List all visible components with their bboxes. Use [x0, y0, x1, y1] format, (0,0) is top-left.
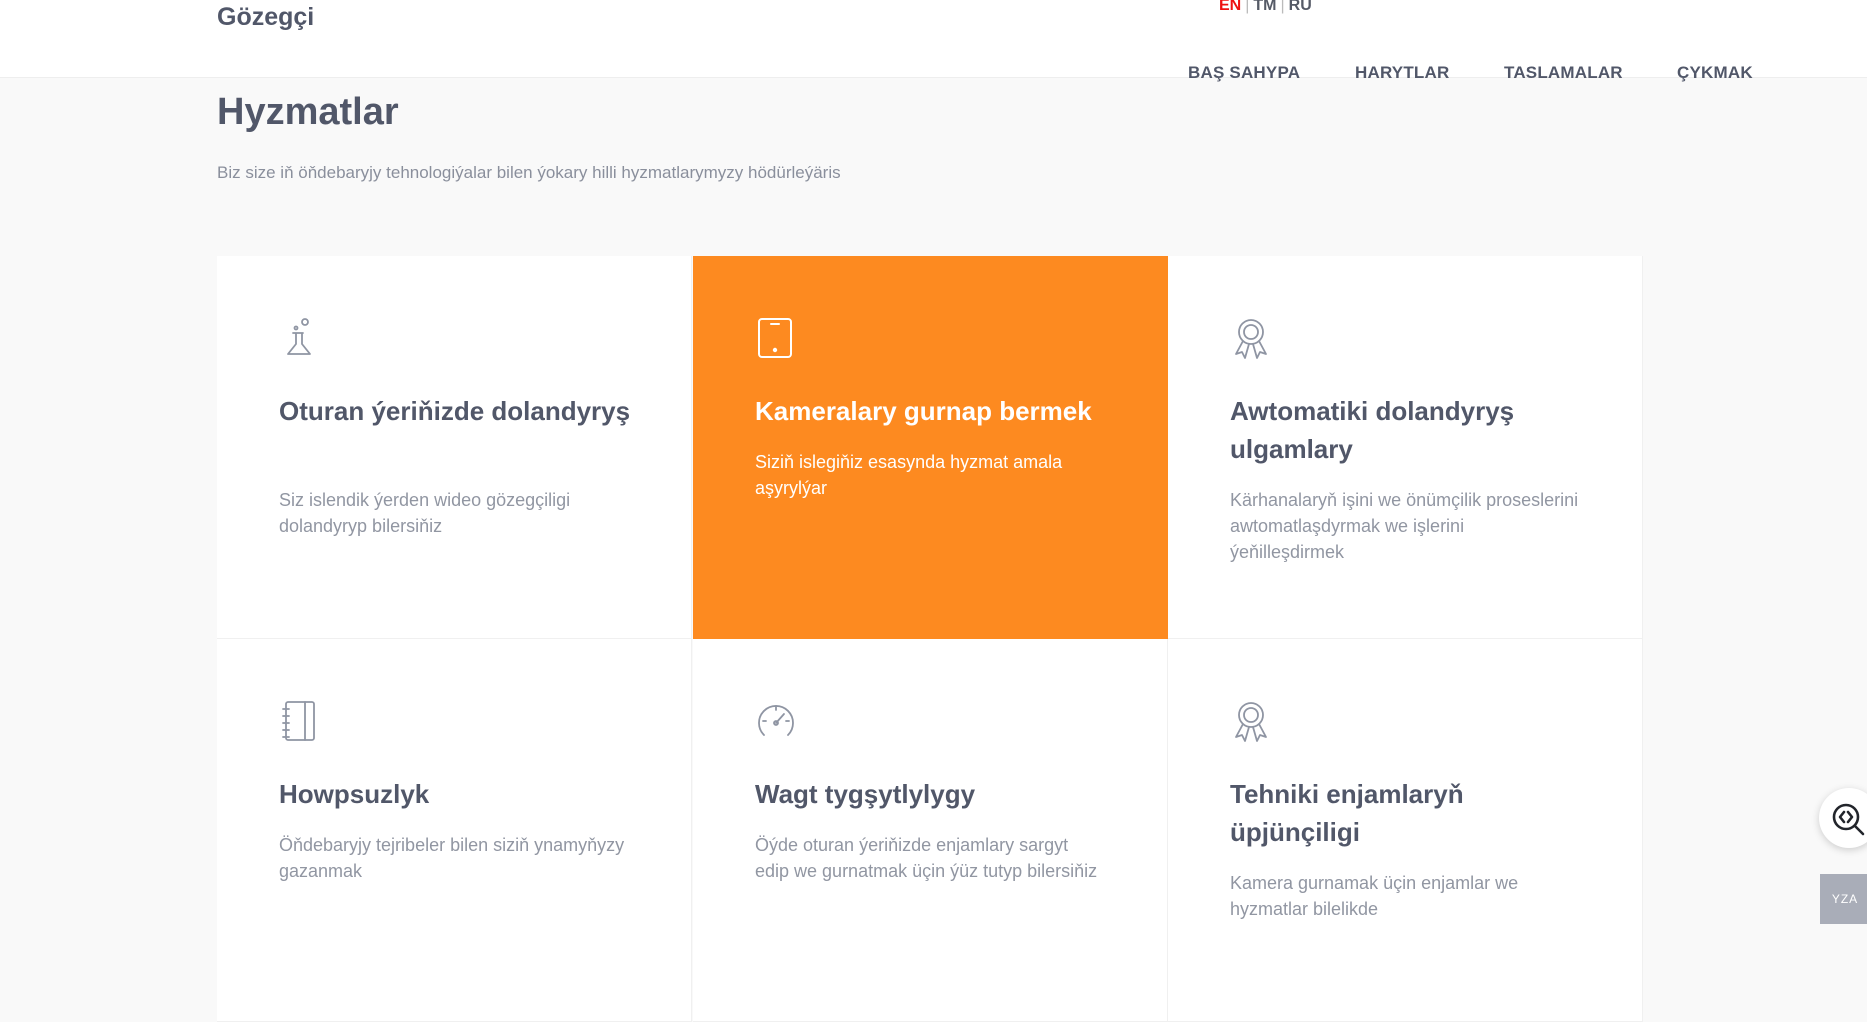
service-title: Awtomatiki dolandyryş ulgamlary: [1230, 396, 1515, 464]
nav-maps[interactable]: HARYTLAR: [1355, 63, 1449, 83]
service-description: Kamera gurnamak üçin enjamlar we hyzmatl…: [1230, 873, 1519, 919]
nav-logout[interactable]: ÇYKMAK: [1677, 63, 1753, 83]
section-title: Hyzmatlar: [217, 91, 399, 133]
flask-icon: [278, 316, 322, 360]
service-description: Öňdebaryjy tejribeler bilen siziň ynamyň…: [279, 835, 625, 881]
nav-home[interactable]: BAŞ SAHYPA: [1188, 63, 1300, 83]
service-description: Kärhanalaryň işini we önümçilik prosesle…: [1230, 490, 1579, 562]
lang-tm[interactable]: TM: [1253, 0, 1276, 14]
award-icon: [1229, 699, 1273, 743]
award-icon: [1229, 316, 1273, 360]
service-card[interactable]: Awtomatiki dolandyryş ulgamlary Kärhanal…: [1168, 256, 1643, 639]
nav-projects[interactable]: TASLAMALAR: [1504, 63, 1623, 83]
speedometer-icon: [754, 699, 798, 743]
language-switcher: EN | TM | RU: [1219, 0, 1312, 15]
service-card[interactable]: Howpsuzlyk Öňdebaryjy tejribeler bilen s…: [217, 639, 692, 1022]
service-card[interactable]: Tehniki enjamlaryň üpjünçiligi Kamera gu…: [1168, 639, 1643, 1022]
code-icon: [1832, 803, 1865, 836]
logo[interactable]: Gözegçi: [217, 3, 314, 32]
service-card[interactable]: Wagt tygşytlylygy Öýde oturan ýeriňizde …: [693, 639, 1168, 1022]
service-title: Howpsuzlyk: [279, 779, 430, 809]
service-description: Öýde oturan ýeriňizde enjamlary sargyt e…: [755, 835, 1098, 881]
back-badge[interactable]: YZA: [1820, 874, 1867, 924]
service-title: Tehniki enjamlaryň üpjünçiligi: [1230, 779, 1464, 847]
tablet-icon: [754, 316, 798, 360]
service-title: Wagt tygşytlylygy: [755, 779, 976, 809]
section-subtitle: Biz size iň öňdebaryjy tehnologiýalar bi…: [217, 163, 841, 182]
notebook-icon: [278, 699, 322, 743]
service-card[interactable]: Oturan ýeriňizde dolandyryş Siz islendik…: [217, 256, 692, 639]
service-title: Kameralary gurnap bermek: [755, 396, 1092, 426]
header: Gözegçi EN | TM | RU BAŞ SAHYPA HARYTLAR TAS…: [0, 0, 1867, 82]
service-description: Siziň islegiňiz esasynda hyzmat amala aş…: [755, 452, 1063, 498]
service-description: Siz islendik ýerden wideo gözegçiligi do…: [279, 490, 571, 536]
lang-ru[interactable]: RU: [1289, 0, 1312, 14]
service-title: Oturan ýeriňizde dolandyryş: [279, 396, 631, 426]
floating-code-button[interactable]: [1819, 788, 1867, 848]
lang-en[interactable]: EN: [1219, 0, 1241, 14]
service-card-featured[interactable]: Kameralary gurnap bermek Siziň islegiňiz…: [693, 256, 1168, 639]
